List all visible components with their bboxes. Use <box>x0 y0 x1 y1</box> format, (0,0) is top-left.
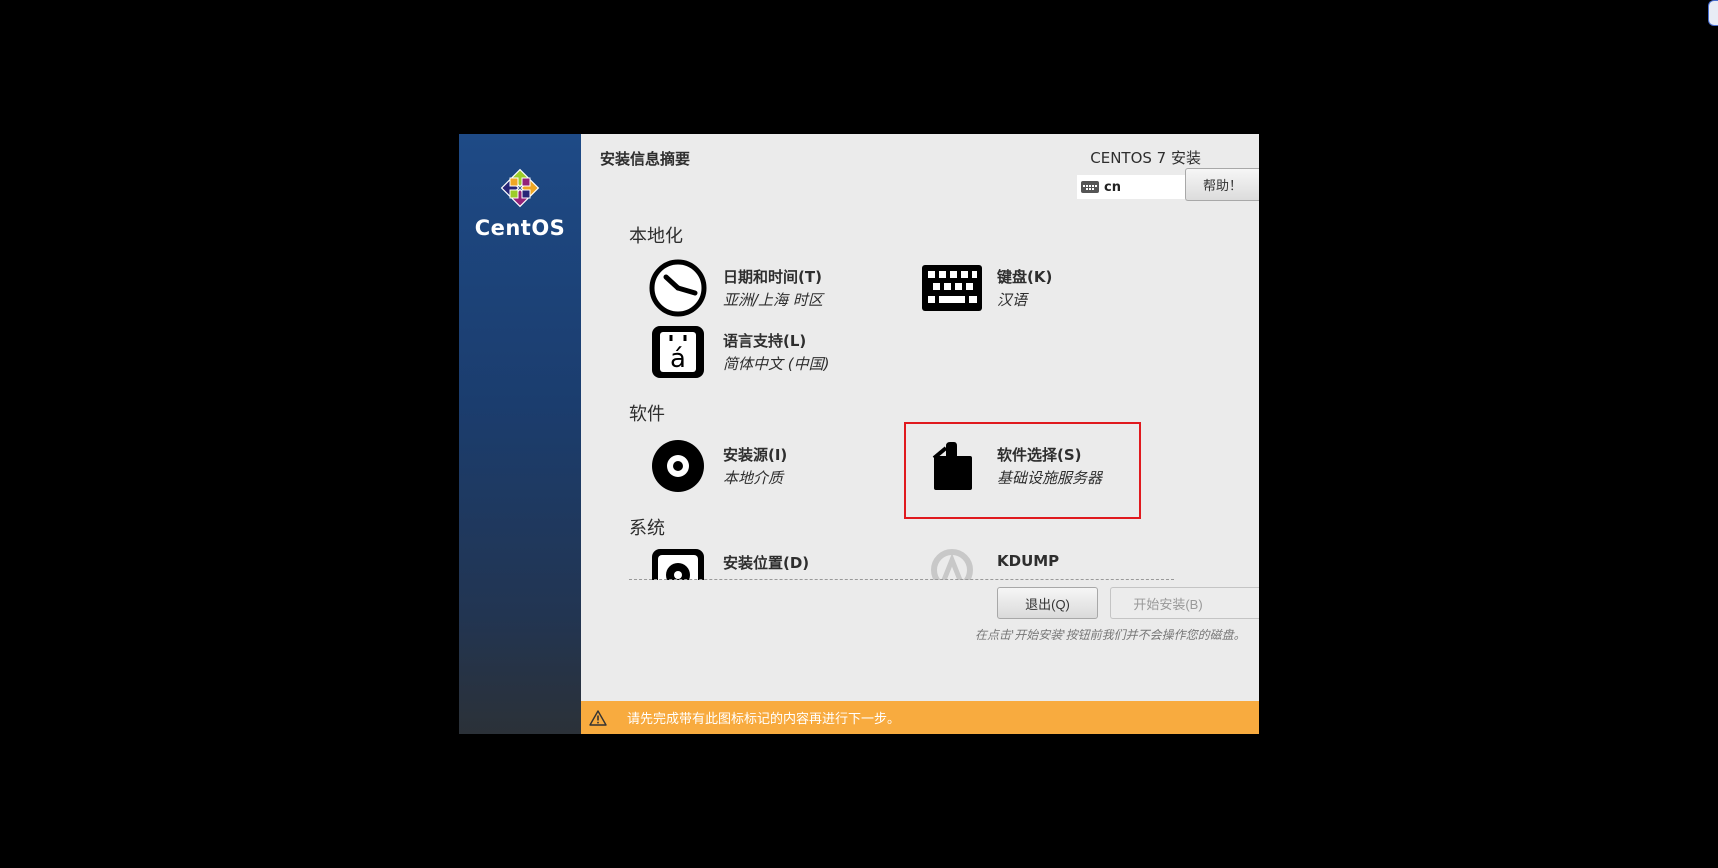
clock-icon <box>649 259 707 317</box>
centos-emblem-icon <box>500 168 540 208</box>
section-title-localization: 本地化 <box>629 226 683 247</box>
installer-window: CentOS 安装信息摘要 CENTOS 7 安装 cn 帮助！ 本地化 日期和… <box>459 134 1259 734</box>
keyboard-layout-indicator[interactable]: cn <box>1077 175 1187 199</box>
spoke-install-source-title: 安装源(I) <box>723 446 788 464</box>
keyboard-icon <box>922 265 982 311</box>
begin-install-button[interactable]: 开始安装(B) <box>1110 587 1259 619</box>
screen-edge-tab[interactable] <box>1708 0 1718 26</box>
centos-logo: CentOS <box>459 166 581 240</box>
spoke-datetime[interactable]: 日期和时间(T) 亚洲/上海 时区 <box>648 258 823 318</box>
page-title: 安装信息摘要 <box>600 150 691 168</box>
section-title-system: 系统 <box>629 518 665 539</box>
spoke-software-selection-title: 软件选择(S) <box>997 446 1082 464</box>
product-title: CENTOS 7 安装 <box>1090 149 1201 167</box>
spoke-software-selection[interactable]: 软件选择(S) 基础设施服务器 <box>922 436 1102 496</box>
spoke-install-destination-title: 安装位置(D) <box>723 554 810 572</box>
language-icon: á <box>652 326 704 378</box>
help-button[interactable]: 帮助！ <box>1185 168 1259 201</box>
svg-text:á: á <box>670 344 686 374</box>
package-icon <box>932 442 972 490</box>
spoke-language-status: 简体中文 (中国) <box>723 355 830 373</box>
spoke-install-source[interactable]: 安装源(I) 本地介质 <box>648 436 787 496</box>
keyboard-layout-label: cn <box>1104 179 1121 195</box>
keyboard-small-icon <box>1081 181 1099 193</box>
warning-bar: 请先完成带有此图标标记的内容再进行下一步。 <box>581 701 1259 734</box>
sidebar: CentOS <box>459 134 581 734</box>
spoke-language[interactable]: á 语言支持(L) 简体中文 (中国) <box>648 322 829 382</box>
spoke-kdump-title: KDUMP <box>997 552 1060 570</box>
disc-icon <box>652 440 704 492</box>
section-title-software: 软件 <box>629 404 665 425</box>
spoke-software-selection-status: 基础设施服务器 <box>997 469 1103 487</box>
spoke-datetime-status: 亚洲/上海 时区 <box>723 291 823 309</box>
quit-button[interactable]: 退出(Q) <box>997 587 1098 619</box>
spoke-keyboard-title: 键盘(K) <box>997 268 1053 286</box>
spoke-install-source-status: 本地介质 <box>723 469 784 487</box>
summary-panel: 安装信息摘要 CENTOS 7 安装 cn 帮助！ 本地化 日期和时间(T) 亚… <box>581 134 1259 701</box>
scroll-divider <box>629 579 1174 580</box>
footer-note: 在点击'开始安装'按钮前我们并不会操作您的磁盘。 <box>975 628 1246 642</box>
spoke-keyboard[interactable]: 键盘(K) 汉语 <box>922 258 1052 318</box>
spoke-datetime-title: 日期和时间(T) <box>723 268 822 286</box>
spoke-language-title: 语言支持(L) <box>723 332 807 350</box>
brand-name: CentOS <box>474 216 566 240</box>
spoke-keyboard-status: 汉语 <box>997 291 1028 309</box>
warning-text: 请先完成带有此图标标记的内容再进行下一步。 <box>627 712 901 727</box>
warning-icon <box>589 709 607 726</box>
